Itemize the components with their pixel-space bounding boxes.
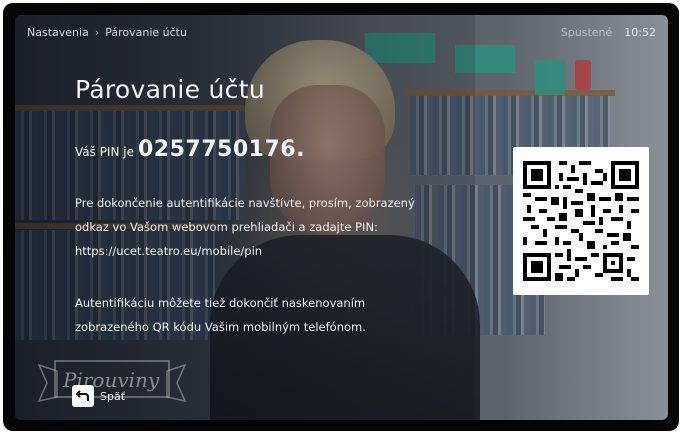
clock: 10:52: [624, 26, 656, 39]
qr-instructions-text: Autentifikáciu môžete tiež dokončiť nask…: [75, 291, 455, 339]
qr-code-image: [523, 161, 639, 281]
breadcrumb-item-account-pairing: Párovanie účtu: [105, 26, 187, 39]
back-button-label: Späť: [100, 389, 126, 403]
status-text: Spustené: [560, 26, 613, 39]
instructions-line: Pre dokončenie autentifikácie navštívte,…: [75, 196, 415, 210]
pin-line: Váš PIN je 0257750176 .: [75, 137, 304, 162]
background-decoration: [575, 60, 591, 90]
pin-suffix: .: [296, 137, 305, 162]
qr-instructions-line: Autentifikáciu môžete tiež dokončiť nask…: [75, 296, 366, 310]
status-area: Spustené 10:52: [561, 26, 656, 39]
breadcrumb-separator: ›: [94, 26, 100, 39]
background-decoration: [535, 60, 565, 95]
breadcrumb: Nastavenia › Párovanie účtu: [27, 26, 187, 39]
pin-value: 0257750176: [137, 137, 297, 162]
page-title: Párovanie účtu: [75, 75, 265, 104]
instructions-line: odkaz vo Vašom webovom prehliadači a zad…: [75, 220, 378, 234]
qr-code: [513, 147, 649, 295]
pin-label: Váš PIN je: [75, 145, 134, 159]
tv-screen: Nastavenia › Párovanie účtu Spustené 10:…: [15, 15, 668, 420]
return-arrow-icon: [72, 385, 94, 407]
pairing-url: https://ucet.teatro.eu/mobile/pin: [75, 244, 263, 258]
breadcrumb-item-settings[interactable]: Nastavenia: [27, 26, 89, 39]
instructions-text: Pre dokončenie autentifikácie navštívte,…: [75, 191, 455, 263]
qr-instructions-line: zobrazeného QR kódu Vašim mobilným telef…: [75, 320, 366, 334]
back-button[interactable]: Späť: [72, 385, 125, 407]
